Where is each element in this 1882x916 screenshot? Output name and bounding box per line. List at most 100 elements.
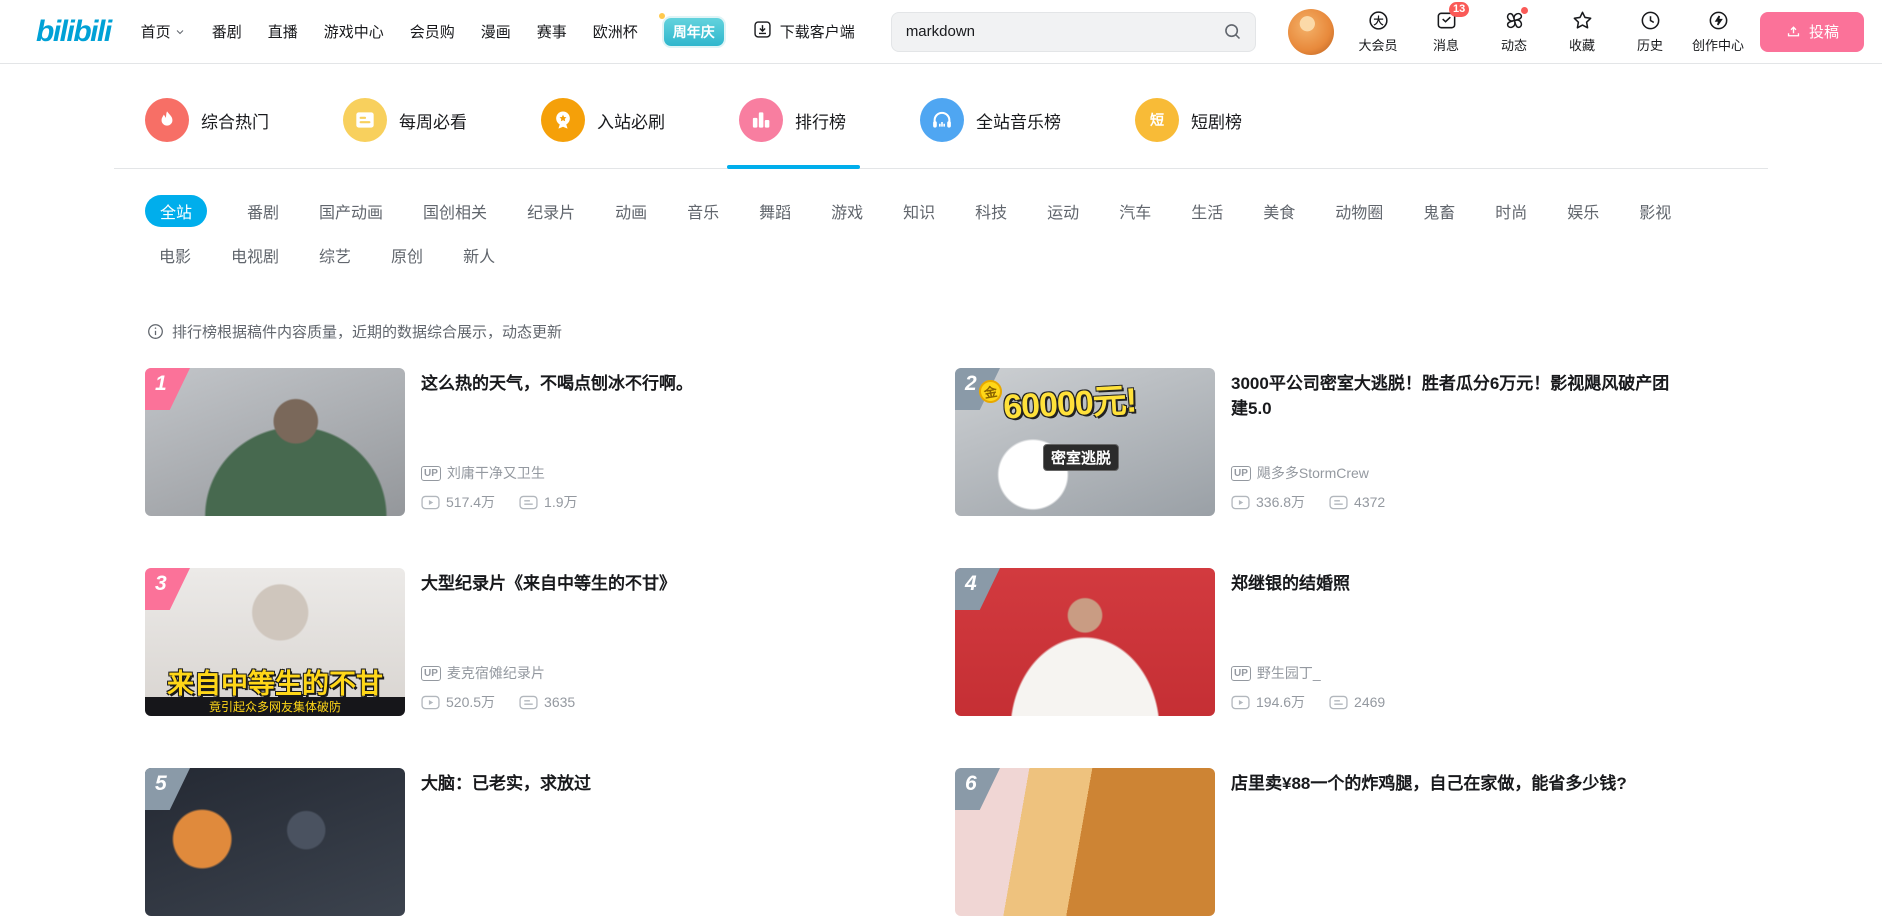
video-thumbnail[interactable]: 3 来自中等生的不甘 竟引起众多网友集体破防 [145,568,405,716]
up-badge-icon: UP [1231,665,1251,681]
entry-favorites[interactable]: 收藏 [1552,9,1612,54]
category-tab[interactable]: 科技 [975,199,1007,223]
video-title[interactable]: 大脑：已老实，求放过 [421,772,876,797]
category-tabs-row2: 电影 电视剧 综艺 原创 新人 [114,243,1768,267]
rank-tab-calendar[interactable]: 每周必看 [343,98,467,142]
category-tab[interactable]: 原创 [391,243,423,267]
category-tab[interactable]: 全站 [145,195,208,227]
nav-item-esports[interactable]: 赛事 [537,21,567,42]
play-count: 336.8万 [1231,492,1305,512]
video-thumbnail[interactable]: 5 [145,768,405,916]
category-tab[interactable]: 综艺 [319,243,351,267]
video-title[interactable]: 店里卖¥88一个的炸鸡腿，自己在家做，能省多少钱? [1231,772,1686,797]
rank-page: 综合热门 每周必看 入站必刷 排行榜 全站音乐榜 短 短剧榜 全站 番剧 国产动画 国… [0,64,1882,916]
creator-icon [1707,9,1730,32]
upload-button[interactable]: 投稿 [1760,11,1864,52]
entry-dynamics[interactable]: 动态 [1484,7,1544,54]
entry-vip[interactable]: 大 大会员 [1348,9,1408,54]
anniversary-promo-badge[interactable]: 周年庆 [658,12,724,46]
music-icon [920,98,964,142]
chart-icon [739,98,783,142]
nav-item-bangumi[interactable]: 番剧 [212,21,242,42]
video-title[interactable]: 郑继银的结婚照 [1231,572,1686,597]
category-tab[interactable]: 美食 [1263,199,1295,223]
category-tabs-row1: 全站 番剧 国产动画 国创相关 纪录片 动画 音乐 舞蹈 游戏 知识 科技 运动 汽车 生活 美食 动物圈 鬼畜… [114,195,1768,227]
category-tab[interactable]: 舞蹈 [759,199,791,223]
video-card: 2 金 60000元! 密室逃脱 3000平公司密室大逃脱！胜者瓜分6万元！影视飓风… [955,368,1765,516]
download-client-link[interactable]: 下载客户端 [752,19,855,44]
upload-label: 投稿 [1808,24,1839,41]
favorites-icon [1571,9,1594,32]
video-thumbnail[interactable]: 4 [955,568,1215,716]
video-thumbnail[interactable]: 6 [955,768,1215,916]
nav-item-manga[interactable]: 漫画 [481,21,511,42]
category-tab[interactable]: 动画 [615,199,647,223]
calendar-icon [343,98,387,142]
uploader-link[interactable]: UP 野生园丁_ [1231,663,1686,683]
search-input[interactable] [903,22,1222,41]
nav-item-game-center[interactable]: 游戏中心 [324,21,384,42]
thumbnail-overlay-text: 密室逃脱 [1043,444,1120,471]
category-tab[interactable]: 运动 [1047,199,1079,223]
category-tab[interactable]: 国创相关 [423,199,487,223]
nav-item-euro-cup[interactable]: 欧洲杯 [593,21,638,42]
entry-creator-center[interactable]: 创作中心 [1688,9,1748,54]
category-tab[interactable]: 时尚 [1495,199,1527,223]
nav-item-vip-shop[interactable]: 会员购 [410,21,455,42]
avatar[interactable] [1288,8,1334,55]
video-title[interactable]: 大型纪录片《来自中等生的不甘》 [421,572,876,597]
video-title[interactable]: 这么热的天气，不喝点刨冰不行啊。 [421,372,876,397]
category-tab[interactable]: 娱乐 [1567,199,1599,223]
uploader-link[interactable]: UP 麦克宿傩纪录片 [421,663,876,683]
category-tab[interactable]: 国产动画 [319,199,383,223]
rank-tab-medal[interactable]: 入站必刷 [541,98,665,142]
play-icon [421,495,440,509]
rank-tab-short-drama[interactable]: 短 短剧榜 [1135,98,1242,142]
thumbnail-overlay-text: 60000元! [1002,381,1137,427]
danmaku-icon [519,495,538,509]
rank-tab-flame[interactable]: 综合热门 [145,98,269,142]
danmaku-count: 4372 [1329,494,1385,510]
primary-nav: 首页 番剧 直播 游戏中心 会员购 漫画 赛事 欧洲杯 [141,21,638,42]
nav-item-live[interactable]: 直播 [268,21,298,42]
rank-tabs: 综合热门 每周必看 入站必刷 排行榜 全站音乐榜 短 短剧榜 [114,64,1768,169]
category-tab[interactable]: 电影 [159,243,191,267]
category-tab[interactable]: 音乐 [687,199,719,223]
rank-badge: 5 [145,768,190,810]
category-tab[interactable]: 电视剧 [231,243,279,267]
rank-tab-chart[interactable]: 排行榜 [727,98,860,169]
category-tab[interactable]: 鬼畜 [1423,199,1455,223]
category-tab[interactable]: 游戏 [831,199,863,223]
uploader-link[interactable]: UP 飓多多StormCrew [1231,463,1686,483]
danmaku-count: 3635 [519,694,575,710]
svg-text:大: 大 [1373,14,1383,27]
play-count: 520.5万 [421,692,495,712]
entry-history[interactable]: 历史 [1620,9,1680,54]
video-title[interactable]: 3000平公司密室大逃脱！胜者瓜分6万元！影视飓风破产团建5.0 [1231,372,1686,421]
chevron-down-icon [174,26,186,38]
rank-tab-music[interactable]: 全站音乐榜 [920,98,1061,142]
video-card: 3 来自中等生的不甘 竟引起众多网友集体破防 大型纪录片《来自中等生的不甘》 UP… [145,568,955,716]
category-tab[interactable]: 生活 [1191,199,1223,223]
bilibili-logo[interactable]: bilibili [36,15,112,49]
category-tab[interactable]: 番剧 [247,199,279,223]
nav-item-home[interactable]: 首页 [141,21,186,42]
search-icon[interactable] [1222,21,1243,42]
category-tab[interactable]: 动物圈 [1335,199,1383,223]
category-tab[interactable]: 新人 [463,243,495,267]
danmaku-icon [519,695,538,709]
up-badge-icon: UP [1231,465,1251,481]
entry-messages[interactable]: 消息 13 [1416,2,1476,54]
uploader-link[interactable]: UP 刘庸干净又卫生 [421,463,876,483]
category-tab[interactable]: 影视 [1639,199,1671,223]
category-tab[interactable]: 汽车 [1119,199,1151,223]
up-badge-icon: UP [421,465,441,481]
category-tab[interactable]: 纪录片 [527,199,575,223]
notice-text: 排行榜根据稿件内容质量，近期的数据综合展示，动态更新 [172,324,563,341]
svg-text:短: 短 [1150,112,1164,128]
video-thumbnail[interactable]: 2 金 60000元! 密室逃脱 [955,368,1215,516]
video-card: 5 大脑：已老实，求放过 UP [145,768,955,916]
category-tab[interactable]: 知识 [903,199,935,223]
vip-icon: 大 [1367,9,1390,32]
video-thumbnail[interactable]: 1 [145,368,405,516]
